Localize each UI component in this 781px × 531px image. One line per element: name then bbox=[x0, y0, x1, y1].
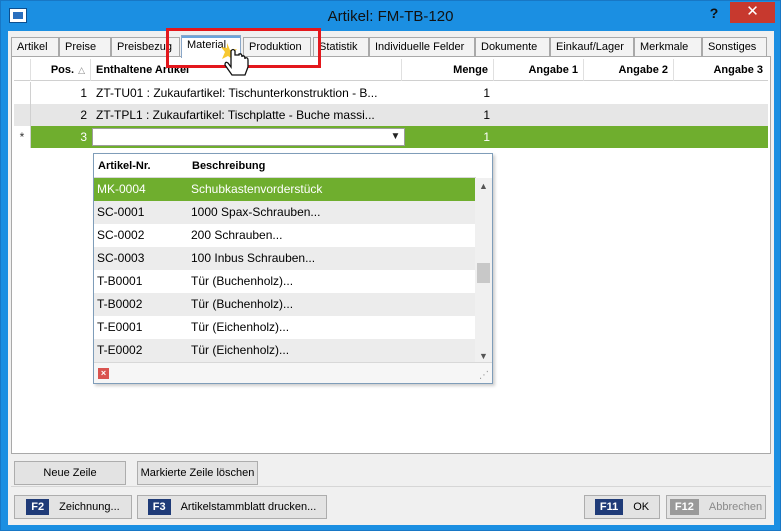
titlebar: Artikel: FM-TB-120 ? ✕ bbox=[1, 1, 780, 31]
list-item[interactable]: SC-0002 200 Schrauben... bbox=[94, 224, 475, 247]
item-description: Tür (Buchenholz)... bbox=[191, 297, 294, 311]
row-marker bbox=[14, 82, 31, 104]
item-description: Schubkastenvorderstück bbox=[191, 182, 323, 196]
header-angabe1[interactable]: Angabe 1 bbox=[494, 59, 584, 81]
dropdown-header-desc[interactable]: Beschreibung bbox=[188, 154, 468, 178]
ok-label: OK bbox=[633, 501, 650, 513]
cell-article: ZT-TU01 : Zukaufartikel: Tischunterkonst… bbox=[96, 86, 378, 100]
tab-individuelle-felder[interactable]: Individuelle Felder bbox=[369, 37, 475, 57]
f2-key-badge: F2 bbox=[26, 499, 50, 516]
list-item[interactable]: T-B0001 Tür (Buchenholz)... bbox=[94, 270, 475, 293]
grid-header: Pos. △ Enthaltene Artikel Menge Angabe 1 … bbox=[14, 59, 768, 81]
cell-pos: 1 bbox=[80, 86, 87, 100]
list-item[interactable]: SC-0003 100 Inbus Schrauben... bbox=[94, 247, 475, 270]
tab-sonstiges[interactable]: Sonstiges bbox=[702, 37, 767, 57]
resize-grip-icon[interactable]: ⋰ bbox=[479, 370, 489, 381]
table-row[interactable]: 2 ZT-TPL1 : Zukaufartikel: Tischplatte -… bbox=[14, 104, 768, 126]
new-row-button[interactable]: Neue Zeile bbox=[14, 461, 126, 485]
sort-asc-icon: △ bbox=[78, 65, 85, 75]
print-sheet-button[interactable]: F3 Artikelstammblatt drucken... bbox=[137, 495, 327, 519]
cell-qty: 1 bbox=[483, 108, 490, 122]
item-article-nr: SC-0003 bbox=[97, 251, 145, 265]
header-marker bbox=[14, 59, 31, 81]
item-article-nr: T-B0002 bbox=[97, 297, 143, 311]
item-article-nr: SC-0001 bbox=[97, 205, 145, 219]
tab-preise[interactable]: Preise bbox=[59, 37, 111, 57]
scroll-up-icon[interactable]: ▲ bbox=[475, 178, 492, 194]
f12-key-badge: F12 bbox=[669, 499, 699, 516]
window-title: Artikel: FM-TB-120 bbox=[327, 8, 454, 25]
tab-merkmale[interactable]: Merkmale bbox=[634, 37, 702, 57]
header-qty[interactable]: Menge bbox=[402, 59, 494, 81]
item-description: Tür (Buchenholz)... bbox=[191, 274, 294, 288]
new-row-marker: * bbox=[14, 126, 31, 148]
header-pos-label: Pos. bbox=[50, 64, 75, 76]
print-label: Artikelstammblatt drucken... bbox=[180, 501, 317, 513]
tab-artikel[interactable]: Artikel bbox=[11, 37, 59, 57]
cell-article: ZT-TPL1 : Zukaufartikel: Tischplatte - B… bbox=[96, 108, 375, 122]
item-article-nr: SC-0002 bbox=[97, 228, 145, 242]
delete-row-button[interactable]: Markierte Zeile löschen bbox=[137, 461, 258, 485]
header-pos[interactable]: Pos. △ bbox=[31, 59, 91, 81]
tab-dokumente[interactable]: Dokumente bbox=[475, 37, 550, 57]
tab-statistik[interactable]: Statistik bbox=[313, 37, 369, 57]
table-row[interactable]: 1 ZT-TU01 : Zukaufartikel: Tischunterkon… bbox=[14, 82, 768, 104]
ok-button[interactable]: F11 OK bbox=[584, 495, 660, 519]
item-description: 100 Inbus Schrauben... bbox=[191, 251, 316, 265]
article-dropdown[interactable]: Artikel-Nr. Beschreibung MK-0004 Schubkas… bbox=[93, 153, 493, 384]
window: Artikel: FM-TB-120 ? ✕ Artikel Preise Pr… bbox=[0, 0, 781, 531]
drawing-label: Zeichnung... bbox=[59, 501, 120, 513]
dropdown-scrollbar[interactable]: ▲ ▼ bbox=[475, 178, 492, 364]
hand-cursor-icon bbox=[221, 43, 249, 76]
list-item[interactable]: T-E0001 Tür (Eichenholz)... bbox=[94, 316, 475, 339]
list-item[interactable]: SC-0001 1000 Spax-Schrauben... bbox=[94, 201, 475, 224]
item-article-nr: MK-0004 bbox=[97, 182, 146, 196]
dropdown-header: Artikel-Nr. Beschreibung bbox=[94, 154, 476, 178]
list-item[interactable]: T-B0002 Tür (Buchenholz)... bbox=[94, 293, 475, 316]
drawing-button[interactable]: F2 Zeichnung... bbox=[14, 495, 132, 519]
f11-key-badge: F11 bbox=[594, 499, 624, 516]
cancel-button[interactable]: F12 Abbrechen bbox=[666, 495, 766, 519]
item-description: Tür (Eichenholz)... bbox=[191, 343, 290, 357]
article-combo-input[interactable]: ▼ bbox=[92, 128, 405, 146]
help-button[interactable]: ? bbox=[701, 3, 727, 25]
cancel-label: Abbrechen bbox=[708, 501, 763, 513]
cell-pos: 3 bbox=[80, 130, 87, 144]
header-angabe3[interactable]: Angabe 3 bbox=[674, 59, 768, 81]
list-item[interactable]: T-E0002 Tür (Eichenholz)... bbox=[94, 339, 475, 362]
scroll-thumb[interactable] bbox=[477, 263, 490, 283]
cell-qty[interactable]: 1 bbox=[402, 126, 494, 148]
close-button[interactable]: ✕ bbox=[730, 2, 775, 23]
divider bbox=[11, 486, 771, 487]
dropdown-header-nr[interactable]: Artikel-Nr. bbox=[94, 154, 188, 178]
item-article-nr: T-E0001 bbox=[97, 320, 143, 334]
clear-icon[interactable]: × bbox=[98, 368, 109, 379]
item-description: 1000 Spax-Schrauben... bbox=[191, 205, 321, 219]
item-description: 200 Schrauben... bbox=[191, 228, 283, 242]
tab-einkauf-lager[interactable]: Einkauf/Lager bbox=[550, 37, 634, 57]
header-angabe2[interactable]: Angabe 2 bbox=[584, 59, 674, 81]
list-item[interactable]: MK-0004 Schubkastenvorderstück bbox=[94, 178, 475, 201]
dropdown-footer: × ⋰ bbox=[94, 362, 492, 383]
item-article-nr: T-B0001 bbox=[97, 274, 143, 288]
new-row[interactable]: * 3 ▼ 1 bbox=[14, 126, 768, 148]
row-marker bbox=[14, 104, 31, 126]
item-article-nr: T-E0002 bbox=[97, 343, 143, 357]
cell-qty: 1 bbox=[483, 86, 490, 100]
item-description: Tür (Eichenholz)... bbox=[191, 320, 290, 334]
f3-key-badge: F3 bbox=[147, 499, 171, 516]
cell-pos: 2 bbox=[80, 108, 87, 122]
